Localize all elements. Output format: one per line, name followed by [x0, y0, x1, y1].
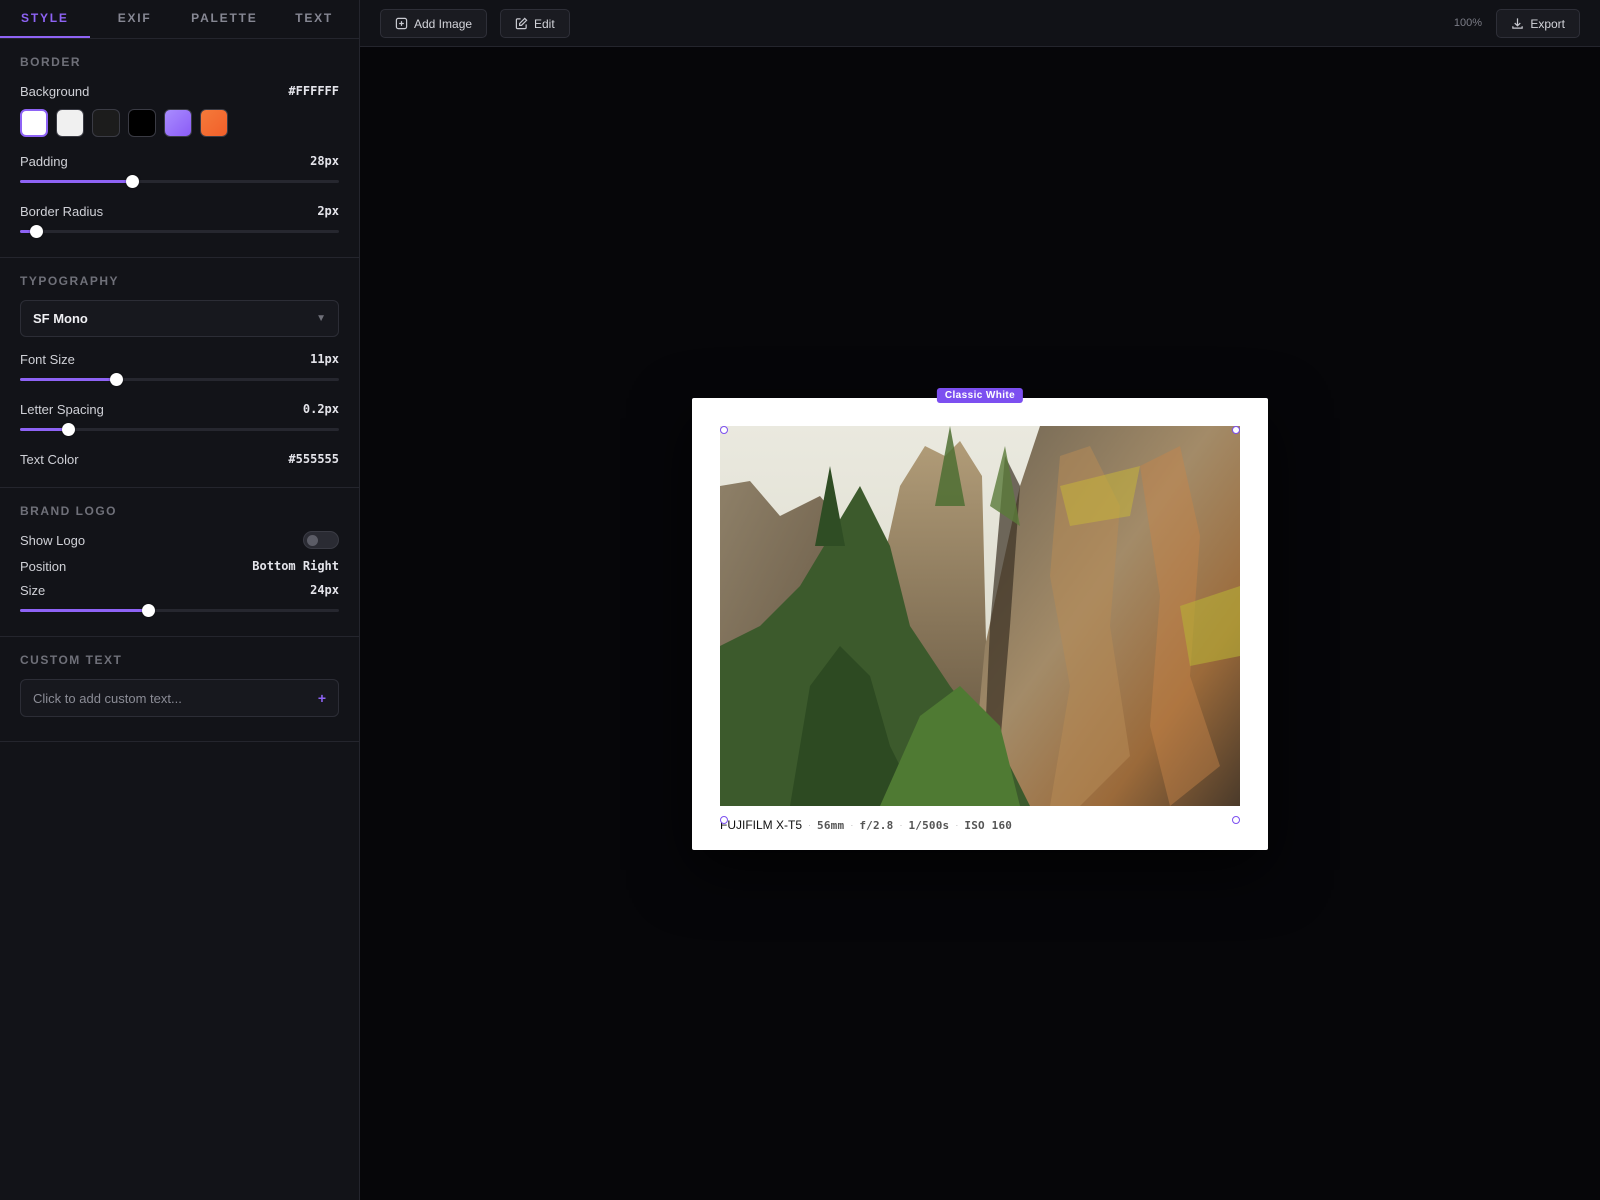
resize-handle-bottom-left[interactable] — [720, 816, 728, 824]
swatch-black[interactable] — [128, 109, 156, 137]
logo-size-slider[interactable] — [20, 604, 339, 618]
exif-focal-length: 56mm — [817, 818, 845, 832]
font-select[interactable]: SF Mono ▼ — [20, 300, 339, 337]
exif-separator: · — [955, 820, 959, 830]
export-button[interactable]: Export — [1496, 9, 1580, 38]
brand-logo-section-title: BRAND LOGO — [20, 504, 117, 518]
swatch-light-gray[interactable] — [56, 109, 84, 137]
padding-slider-thumb[interactable] — [125, 175, 139, 188]
logo-size-slider-thumb[interactable] — [141, 604, 155, 617]
exif-caption[interactable]: FUJIFILM X-T5 · 56mm · f/2.8 · 1/500s · … — [720, 818, 1012, 832]
background-swatches — [20, 109, 339, 137]
preset-badge: Classic White — [936, 388, 1024, 403]
tab-palette[interactable]: PALETTE — [180, 0, 270, 38]
logo-position-label: Position — [20, 558, 67, 574]
logo-size-label: Size — [20, 582, 46, 598]
edit-label: Edit — [534, 16, 555, 31]
resize-handle-top-left[interactable] — [720, 426, 728, 434]
plus-icon[interactable]: + — [318, 690, 326, 706]
letter-spacing-value: 0.2px — [302, 402, 339, 416]
letter-spacing-label: Letter Spacing — [20, 401, 104, 417]
font-size-label: Font Size — [20, 351, 75, 367]
brand-logo-section: BRAND LOGO Show Logo Position Bottom Rig… — [0, 488, 359, 637]
border-section: BORDER Background #FFFFFF Padding 28px B… — [0, 39, 359, 258]
show-logo-toggle[interactable] — [303, 531, 339, 549]
exif-aperture: f/2.8 — [859, 818, 894, 832]
letter-spacing-slider-thumb[interactable] — [61, 423, 75, 436]
border-radius-value: 2px — [317, 204, 339, 218]
add-image-label: Add Image — [414, 16, 473, 31]
typography-section-title: TYPOGRAPHY — [20, 274, 120, 288]
export-label: Export — [1530, 16, 1565, 31]
swatch-purple[interactable] — [164, 109, 192, 137]
rock-formation-photo — [720, 426, 1240, 806]
custom-text-input[interactable]: Click to add custom text... + — [20, 679, 339, 717]
edit-icon — [515, 17, 528, 30]
font-select-value: SF Mono — [33, 311, 88, 326]
border-section-title: BORDER — [20, 55, 82, 69]
exif-shutter: 1/500s — [908, 818, 950, 832]
logo-position-value[interactable]: Bottom Right — [252, 559, 339, 573]
tab-style[interactable]: STYLE — [0, 0, 90, 38]
border-radius-slider[interactable] — [20, 225, 339, 239]
resize-handle-top-right[interactable] — [1232, 426, 1240, 434]
border-radius-slider-thumb[interactable] — [29, 225, 43, 238]
exif-camera: FUJIFILM X-T5 — [720, 818, 803, 832]
sidebar-tabs: STYLE EXIF PALETTE TEXT — [0, 0, 359, 39]
custom-text-section: CUSTOM TEXT Click to add custom text... … — [0, 637, 359, 742]
swatch-white[interactable] — [20, 109, 48, 137]
typography-section: TYPOGRAPHY SF Mono ▼ Font Size 11px Lett… — [0, 258, 359, 488]
resize-handle-bottom-right[interactable] — [1232, 816, 1240, 824]
download-icon — [1512, 18, 1524, 29]
exif-separator: · — [899, 820, 903, 830]
logo-size-value: 24px — [310, 583, 339, 597]
settings-sidebar: STYLE EXIF PALETTE TEXT BORDER Backgroun… — [0, 0, 360, 1200]
tab-text[interactable]: TEXT — [269, 0, 359, 38]
background-label: Background — [20, 83, 90, 99]
add-image-button[interactable]: Add Image — [380, 9, 488, 38]
background-value[interactable]: #FFFFFF — [288, 84, 339, 98]
exif-separator: · — [850, 820, 854, 830]
preview-canvas: Classic White FUJIFILM X-T5 · 56mm · f/2… — [360, 47, 1600, 1200]
padding-value: 28px — [310, 154, 339, 168]
font-size-slider-thumb[interactable] — [109, 373, 123, 386]
chevron-down-icon: ▼ — [316, 313, 326, 324]
exif-iso: ISO 160 — [964, 818, 1013, 832]
font-size-slider[interactable] — [20, 373, 339, 387]
custom-text-section-title: CUSTOM TEXT — [20, 653, 123, 667]
exif-separator: · — [808, 820, 812, 830]
edit-button[interactable]: Edit — [500, 9, 570, 38]
swatch-charcoal[interactable] — [92, 109, 120, 137]
padding-label: Padding — [20, 153, 68, 169]
top-toolbar: Add Image Edit 100% Export — [360, 0, 1600, 47]
add-image-icon — [395, 17, 408, 30]
tab-exif[interactable]: EXIF — [90, 0, 180, 38]
font-size-value: 11px — [310, 352, 339, 366]
custom-text-placeholder: Click to add custom text... — [33, 690, 182, 706]
border-radius-label: Border Radius — [20, 203, 104, 219]
photo-image[interactable] — [720, 426, 1240, 806]
framed-photo[interactable]: Classic White FUJIFILM X-T5 · 56mm · f/2… — [692, 388, 1268, 850]
text-color-value[interactable]: #555555 — [288, 452, 339, 466]
text-color-label: Text Color — [20, 451, 79, 467]
zoom-level[interactable]: 100% — [1454, 17, 1482, 29]
letter-spacing-slider[interactable] — [20, 423, 339, 437]
show-logo-label: Show Logo — [20, 532, 86, 548]
padding-slider[interactable] — [20, 175, 339, 189]
swatch-orange[interactable] — [200, 109, 228, 137]
